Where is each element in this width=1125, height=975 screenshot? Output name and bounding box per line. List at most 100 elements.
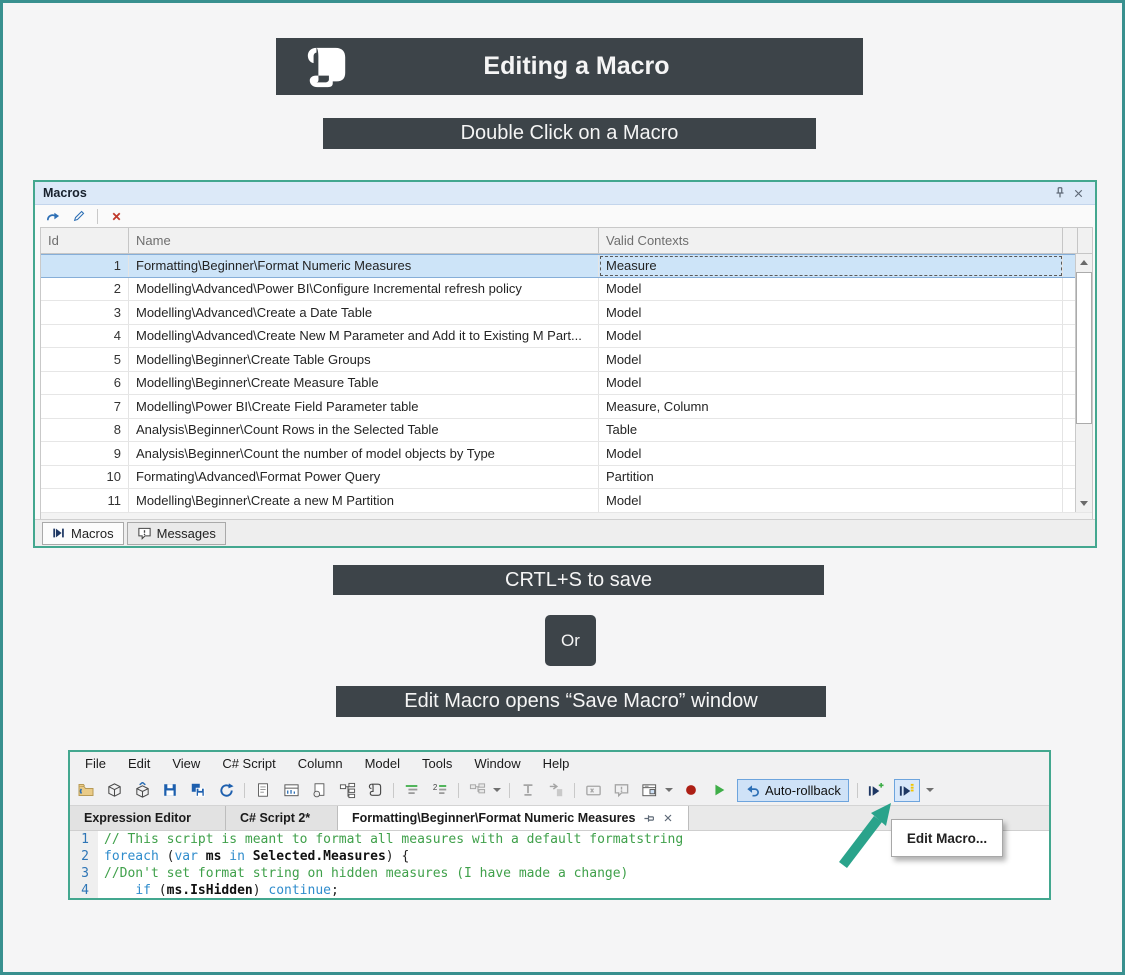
comment-bubble-icon[interactable] bbox=[611, 781, 631, 799]
cell-name: Analysis\Beginner\Count the number of mo… bbox=[129, 442, 599, 465]
page: Editing a Macro Double Click on a Macro … bbox=[0, 0, 1125, 975]
table-row[interactable]: 7Modelling\Power BI\Create Field Paramet… bbox=[41, 395, 1092, 419]
table-row[interactable]: 6Modelling\Beginner\Create Measure Table… bbox=[41, 372, 1092, 396]
cell-contexts: Model bbox=[599, 442, 1063, 465]
pin-icon[interactable] bbox=[642, 812, 655, 825]
tooltip-label: Edit Macro... bbox=[907, 831, 987, 846]
menu-item-edit[interactable]: Edit bbox=[117, 756, 161, 771]
dependency-tree-icon[interactable] bbox=[337, 781, 357, 799]
diagram-icon[interactable] bbox=[281, 781, 301, 799]
tab-csharp-script[interactable]: C# Script 2* bbox=[226, 806, 338, 830]
table-body: 1Formatting\Beginner\Format Numeric Meas… bbox=[41, 254, 1092, 513]
table-row[interactable]: 4Modelling\Advanced\Create New M Paramet… bbox=[41, 325, 1092, 349]
menu-item-file[interactable]: File bbox=[74, 756, 117, 771]
menu-item-model[interactable]: Model bbox=[354, 756, 411, 771]
macros-table: Id Name Valid Contexts 1Formatting\Begin… bbox=[40, 227, 1093, 520]
cell-name: Modelling\Beginner\Create Table Groups bbox=[129, 348, 599, 371]
tab-messages[interactable]: Messages bbox=[127, 522, 226, 545]
new-script-icon[interactable] bbox=[309, 781, 329, 799]
output-box-icon[interactable] bbox=[583, 781, 603, 799]
cell-id: 5 bbox=[41, 348, 129, 371]
header-id[interactable]: Id bbox=[41, 228, 129, 253]
tab-macros[interactable]: Macros bbox=[42, 522, 124, 545]
open-model-icon[interactable] bbox=[132, 781, 152, 799]
save-all-icon[interactable] bbox=[188, 781, 208, 799]
dropdown-caret-icon[interactable] bbox=[665, 788, 673, 792]
edit-macro-dropdown-caret[interactable] bbox=[926, 788, 934, 792]
macro-scroll-icon[interactable] bbox=[365, 781, 385, 799]
header-blank bbox=[1063, 228, 1078, 253]
cell-name: Modelling\Advanced\Power BI\Configure In… bbox=[129, 278, 599, 301]
record-icon[interactable] bbox=[681, 781, 701, 799]
goto-column-icon[interactable] bbox=[546, 781, 566, 799]
tab-messages-label: Messages bbox=[157, 526, 216, 541]
step-save-banner: CRTL+S to save bbox=[333, 565, 824, 595]
table-row[interactable]: 1Formatting\Beginner\Format Numeric Meas… bbox=[41, 254, 1092, 278]
format-dax-icon[interactable] bbox=[402, 781, 422, 799]
menu-item-view[interactable]: View bbox=[161, 756, 211, 771]
cell-contexts: Partition bbox=[599, 466, 1063, 489]
menu-item-c-script[interactable]: C# Script bbox=[211, 756, 286, 771]
close-icon[interactable] bbox=[1069, 185, 1087, 201]
code-text: foreach (var ms in Selected.Measures) { bbox=[98, 848, 409, 865]
cell-name: Analysis\Beginner\Count Rows in the Sele… bbox=[129, 419, 599, 442]
toolbar-separator bbox=[393, 783, 394, 798]
menu-item-window[interactable]: Window bbox=[463, 756, 531, 771]
code-line: 4 if (ms.IsHidden) continue; bbox=[70, 882, 1049, 898]
scroll-down-button[interactable] bbox=[1076, 495, 1092, 512]
menu-item-help[interactable]: Help bbox=[532, 756, 581, 771]
or-badge: Or bbox=[545, 615, 596, 666]
step-double-click-banner: Double Click on a Macro bbox=[323, 118, 816, 149]
table-row[interactable]: 9Analysis\Beginner\Count the number of m… bbox=[41, 442, 1092, 466]
table-row[interactable]: 3Modelling\Advanced\Create a Date TableM… bbox=[41, 301, 1092, 325]
table-row[interactable]: 2Modelling\Advanced\Power BI\Configure I… bbox=[41, 278, 1092, 302]
run-arrow-icon[interactable] bbox=[43, 208, 61, 224]
cell-contexts: Model bbox=[599, 489, 1063, 512]
menu-item-tools[interactable]: Tools bbox=[411, 756, 463, 771]
vertical-scrollbar[interactable] bbox=[1075, 254, 1092, 512]
cell-name: Modelling\Advanced\Create New M Paramete… bbox=[129, 325, 599, 348]
cell-contexts: Model bbox=[599, 325, 1063, 348]
tab-format-numeric-measures[interactable]: Formatting\Beginner\Format Numeric Measu… bbox=[338, 806, 689, 830]
save-icon[interactable] bbox=[160, 781, 180, 799]
play-icon[interactable] bbox=[709, 781, 729, 799]
model-cube-icon[interactable] bbox=[104, 781, 124, 799]
dropdown-caret-icon[interactable] bbox=[493, 788, 501, 792]
scrollbar-thumb[interactable] bbox=[1076, 272, 1092, 424]
window-layout-icon[interactable] bbox=[639, 781, 659, 799]
line-number: 1 bbox=[70, 831, 98, 848]
refresh-icon[interactable] bbox=[216, 781, 236, 799]
translation-icon[interactable] bbox=[518, 781, 538, 799]
macros-panel: Macros Id Name Valid Cont bbox=[33, 180, 1097, 548]
code-text: if (ms.IsHidden) continue; bbox=[98, 882, 339, 898]
cell-contexts: Model bbox=[599, 278, 1063, 301]
close-icon[interactable] bbox=[662, 812, 674, 824]
pin-icon[interactable] bbox=[1051, 185, 1069, 201]
cell-id: 9 bbox=[41, 442, 129, 465]
page-title: Editing a Macro bbox=[350, 52, 803, 81]
menu-item-column[interactable]: Column bbox=[287, 756, 354, 771]
script-document-icon[interactable] bbox=[253, 781, 273, 799]
header-name[interactable]: Name bbox=[129, 228, 599, 253]
table-row[interactable]: 11Modelling\Beginner\Create a new M Part… bbox=[41, 489, 1092, 513]
table-row[interactable]: 10Formating\Advanced\Format Power QueryP… bbox=[41, 466, 1092, 490]
tab-expression-editor[interactable]: Expression Editor bbox=[70, 806, 226, 830]
table-row[interactable]: 8Analysis\Beginner\Count Rows in the Sel… bbox=[41, 419, 1092, 443]
cell-name: Formating\Advanced\Format Power Query bbox=[129, 466, 599, 489]
cell-contexts: Measure, Column bbox=[599, 395, 1063, 418]
line-number: 4 bbox=[70, 882, 98, 898]
macros-panel-titlebar: Macros bbox=[35, 182, 1095, 205]
edit-pencil-icon[interactable] bbox=[70, 208, 88, 224]
scroll-up-button[interactable] bbox=[1076, 254, 1092, 271]
cell-id: 1 bbox=[41, 255, 129, 277]
table-row[interactable]: 5Modelling\Beginner\Create Table GroupsM… bbox=[41, 348, 1092, 372]
cell-id: 2 bbox=[41, 278, 129, 301]
perspective-tree-icon[interactable] bbox=[467, 781, 487, 799]
cell-contexts: Model bbox=[599, 301, 1063, 324]
format-dax-alt-icon[interactable]: 2 bbox=[430, 781, 450, 799]
toolbar-separator bbox=[97, 209, 98, 224]
open-file-icon[interactable] bbox=[76, 781, 96, 799]
delete-x-icon[interactable] bbox=[107, 208, 125, 224]
header-contexts[interactable]: Valid Contexts bbox=[599, 228, 1063, 253]
cell-name: Formatting\Beginner\Format Numeric Measu… bbox=[129, 255, 599, 277]
